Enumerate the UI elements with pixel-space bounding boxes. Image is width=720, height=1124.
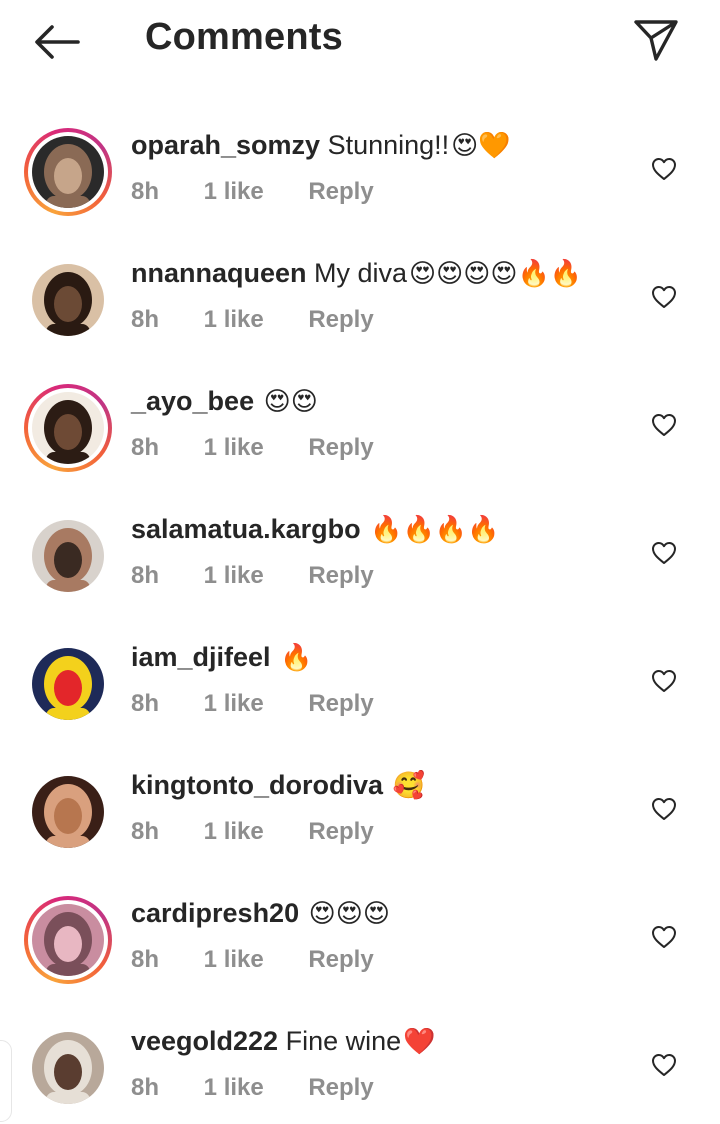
- reply-button[interactable]: Reply: [308, 946, 373, 974]
- comment-like-count[interactable]: 1 like: [204, 1074, 302, 1102]
- avatar-image: [32, 776, 104, 848]
- comment-text: [271, 642, 279, 672]
- comment-item: kingtonto_dorodiva 🥰 8h 1 like Reply: [0, 740, 720, 868]
- arrow-left-icon: [35, 25, 80, 59]
- comment-like-count[interactable]: 1 like: [204, 178, 302, 206]
- comment-like-count[interactable]: 1 like: [204, 818, 302, 846]
- comment-text: My diva: [306, 258, 408, 288]
- heart-outline-icon: [652, 414, 676, 436]
- comment-item: nnannaqueen My diva😍😍😍😍🔥🔥 8h 1 like Repl…: [0, 228, 720, 356]
- reply-button[interactable]: Reply: [308, 434, 373, 462]
- like-button[interactable]: [650, 539, 678, 567]
- back-button[interactable]: [28, 20, 84, 64]
- comment-username[interactable]: iam_djifeel: [131, 642, 271, 672]
- page-title: Comments: [145, 16, 343, 58]
- comment-text: [383, 770, 391, 800]
- comment-timestamp: 8h: [131, 690, 160, 717]
- comment-username[interactable]: _ayo_bee: [131, 386, 254, 416]
- comment-timestamp: 8h: [131, 178, 160, 205]
- comment-timestamp: 8h: [131, 1074, 160, 1101]
- comment-item: cardipresh20 😍😍😍 8h 1 like Reply: [0, 868, 720, 996]
- comment-text: [254, 386, 262, 416]
- avatar-image: [32, 648, 104, 720]
- avatar-image: [32, 1032, 104, 1104]
- reply-button[interactable]: Reply: [308, 306, 373, 334]
- comment-timestamp: 8h: [131, 434, 160, 461]
- avatar[interactable]: [24, 640, 112, 728]
- comment-timestamp: 8h: [131, 818, 160, 845]
- avatar[interactable]: [24, 512, 112, 600]
- avatar[interactable]: [24, 384, 112, 472]
- comment-timestamp: 8h: [131, 946, 160, 973]
- comment-username[interactable]: oparah_somzy: [131, 130, 320, 160]
- comment-item: oparah_somzy Stunning!!😍🧡 8h 1 like Repl…: [0, 100, 720, 228]
- comment-emojis: 😍😍😍: [308, 899, 390, 929]
- comment-like-count[interactable]: 1 like: [204, 690, 302, 718]
- comment-item: salamatua.kargbo 🔥🔥🔥🔥 8h 1 like Reply: [0, 484, 720, 612]
- avatar[interactable]: [24, 1024, 112, 1112]
- comment-username[interactable]: salamatua.kargbo: [131, 514, 361, 544]
- like-button[interactable]: [650, 667, 678, 695]
- like-button[interactable]: [650, 923, 678, 951]
- like-button[interactable]: [650, 1051, 678, 1079]
- avatar[interactable]: [24, 896, 112, 984]
- comment-item: iam_djifeel 🔥 8h 1 like Reply: [0, 612, 720, 740]
- heart-outline-icon: [652, 542, 676, 564]
- avatar[interactable]: [24, 128, 112, 216]
- avatar-image: [32, 264, 104, 336]
- comment-text: [299, 898, 307, 928]
- reply-button[interactable]: Reply: [308, 562, 373, 590]
- comment-emojis: 🥰: [392, 771, 425, 801]
- comment-like-count[interactable]: 1 like: [204, 306, 302, 334]
- header-bar: Comments: [0, 0, 720, 84]
- comment-emojis: 🔥🔥🔥🔥: [370, 515, 500, 545]
- avatar-image: [32, 520, 104, 592]
- comment-like-count[interactable]: 1 like: [204, 946, 302, 974]
- avatar-image: [32, 392, 104, 464]
- heart-outline-icon: [652, 158, 676, 180]
- like-button[interactable]: [650, 155, 678, 183]
- edge-handle: [0, 1040, 12, 1122]
- comment-like-count[interactable]: 1 like: [204, 434, 302, 462]
- avatar[interactable]: [24, 768, 112, 856]
- reply-button[interactable]: Reply: [308, 690, 373, 718]
- reply-button[interactable]: Reply: [308, 1074, 373, 1102]
- comment-text: Stunning!!: [320, 130, 450, 160]
- avatar-image: [32, 136, 104, 208]
- comment-list: oparah_somzy Stunning!!😍🧡 8h 1 like Repl…: [0, 100, 720, 1124]
- comment-username[interactable]: nnannaqueen: [131, 258, 307, 288]
- heart-outline-icon: [652, 1054, 676, 1076]
- like-button[interactable]: [650, 795, 678, 823]
- like-button[interactable]: [650, 283, 678, 311]
- comment-emojis: 🔥: [280, 643, 313, 673]
- comment-username[interactable]: cardipresh20: [131, 898, 299, 928]
- comment-username[interactable]: kingtonto_dorodiva: [131, 770, 383, 800]
- avatar-image: [32, 904, 104, 976]
- comment-item: veegold222 Fine wine❤️ 8h 1 like Reply: [0, 996, 720, 1124]
- comment-emojis: ❤️: [403, 1027, 436, 1057]
- reply-button[interactable]: Reply: [308, 178, 373, 206]
- comment-emojis: 😍😍😍😍🔥🔥: [409, 259, 583, 289]
- like-button[interactable]: [650, 411, 678, 439]
- comment-emojis: 😍🧡: [451, 131, 511, 161]
- avatar[interactable]: [24, 256, 112, 344]
- comment-timestamp: 8h: [131, 306, 160, 333]
- heart-outline-icon: [652, 670, 676, 692]
- comment-like-count[interactable]: 1 like: [204, 562, 302, 590]
- paper-plane-icon: [634, 20, 678, 61]
- reply-button[interactable]: Reply: [308, 818, 373, 846]
- share-button[interactable]: [630, 16, 682, 64]
- comment-timestamp: 8h: [131, 562, 160, 589]
- comment-item: _ayo_bee 😍😍 8h 1 like Reply: [0, 356, 720, 484]
- comment-username[interactable]: veegold222: [131, 1026, 278, 1056]
- comment-text: [361, 514, 369, 544]
- heart-outline-icon: [652, 926, 676, 948]
- comment-text: Fine wine: [278, 1026, 402, 1056]
- comment-emojis: 😍😍: [263, 387, 318, 417]
- heart-outline-icon: [652, 286, 676, 308]
- heart-outline-icon: [652, 798, 676, 820]
